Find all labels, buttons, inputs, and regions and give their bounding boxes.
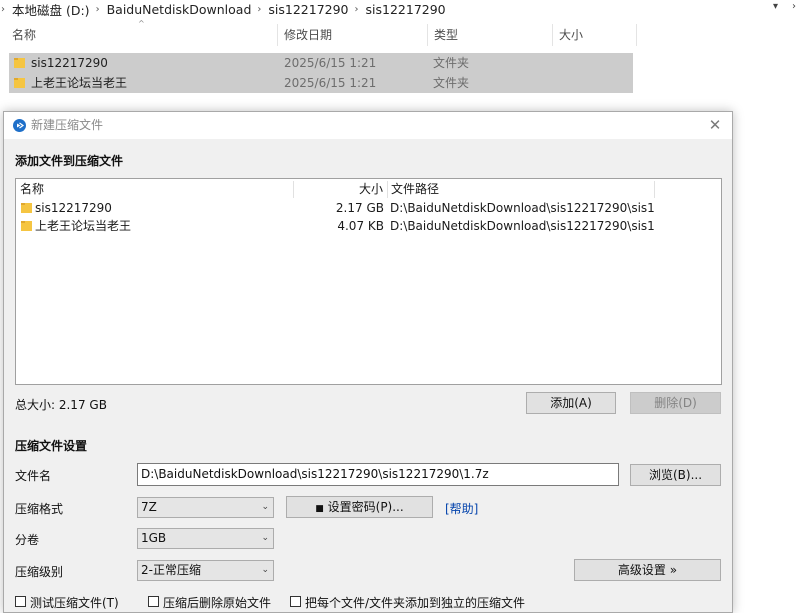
dialog-title: 新建压缩文件 [31, 118, 104, 132]
list-item-name: 上老王论坛当老王 [35, 219, 132, 233]
breadcrumb-item-drive[interactable]: 本地磁盘 (D:) [10, 0, 93, 19]
list-header-size[interactable]: 大小 [359, 179, 383, 199]
column-header-type[interactable]: 类型 [428, 24, 553, 46]
folder-icon [14, 58, 25, 68]
browse-button[interactable]: 浏览(B)... [630, 464, 721, 486]
chevron-right-icon: › [354, 3, 359, 15]
list-header-divider[interactable] [293, 181, 294, 198]
new-archive-dialog: 新建压缩文件 ✕ 添加文件到压缩文件 名称 大小 文件路径 sis1221729… [3, 111, 733, 613]
list-item[interactable]: 上老王论坛当老王 4.07 KB D:\BaiduNetdiskDownload… [16, 217, 721, 235]
file-date: 2025/6/15 1:21 [284, 56, 377, 70]
file-type: 文件夹 [433, 56, 470, 70]
dialog-titlebar[interactable]: 新建压缩文件 ✕ [4, 112, 732, 139]
archive-settings-section-title: 压缩文件设置 [15, 439, 88, 453]
set-password-button-label: 设置密码(P)... [327, 500, 404, 514]
file-name: 上老王论坛当老王 [31, 76, 128, 90]
list-header-divider[interactable] [387, 181, 388, 198]
add-files-section-title: 添加文件到压缩文件 [15, 154, 124, 168]
file-explorer-window: › 本地磁盘 (D:) › BaiduNetdiskDownload › sis… [0, 0, 800, 112]
column-header-size[interactable]: 大小 [553, 24, 637, 46]
filename-label: 文件名 [15, 469, 52, 483]
column-header-date[interactable]: 修改日期 [278, 24, 428, 46]
filename-input[interactable]: D:\BaiduNetdiskDownload\sis12217290\sis1… [137, 463, 619, 486]
file-type: 文件夹 [433, 76, 470, 90]
folder-icon [21, 221, 32, 231]
list-item-size: 2.17 GB [335, 201, 384, 215]
file-date: 2025/6/15 1:21 [284, 76, 377, 90]
test-archive-checkbox[interactable] [15, 596, 26, 607]
set-password-button[interactable]: ■ 设置密码(P)... [286, 496, 433, 518]
list-item-path: D:\BaiduNetdiskDownload\sis12217290\sis1… [390, 219, 654, 233]
chevron-down-icon: ⌄ [261, 565, 269, 575]
advanced-settings-button[interactable]: 高级设置 » [574, 559, 721, 581]
sort-ascending-icon: ^ [138, 19, 145, 28]
list-item-size: 4.07 KB [337, 219, 384, 233]
volume-select[interactable]: 1GB ⌄ [137, 528, 274, 549]
list-header-divider[interactable] [654, 181, 655, 198]
options-checkbox-row: 测试压缩文件(T) 压缩后删除原始文件 把每个文件/文件夹添加到独立的压缩文件 [15, 594, 735, 610]
chevron-down-icon: ⌄ [261, 502, 269, 512]
folder-icon [21, 203, 32, 213]
format-select[interactable]: 7Z ⌄ [137, 497, 274, 518]
close-icon[interactable]: ✕ [706, 116, 724, 134]
file-name: sis12217290 [31, 56, 108, 70]
volume-select-value: 1GB [141, 531, 167, 545]
delete-button[interactable]: 删除(D) [630, 392, 721, 414]
compression-level-select-value: 2-正常压缩 [141, 563, 201, 577]
delete-after-checkbox-label[interactable]: 压缩后删除原始文件 [163, 594, 271, 611]
breadcrumb-item-download[interactable]: BaiduNetdiskDownload [105, 2, 255, 17]
chevron-down-icon[interactable]: ▾ [773, 1, 778, 12]
test-archive-checkbox-label[interactable]: 测试压缩文件(T) [30, 594, 119, 611]
chevron-down-icon: ⌄ [261, 533, 269, 543]
compression-level-label: 压缩级别 [15, 565, 64, 579]
breadcrumb-item-folder[interactable]: sis12217290 [266, 2, 351, 17]
file-row[interactable]: 上老王论坛当老王 2025/6/15 1:21 文件夹 [9, 73, 633, 93]
chevron-right-icon: › [95, 3, 100, 15]
file-list[interactable]: 名称 大小 文件路径 sis12217290 2.17 GB D:\BaiduN… [15, 178, 722, 385]
app-logo-icon [13, 119, 26, 132]
format-label: 压缩格式 [15, 502, 64, 516]
volume-label: 分卷 [15, 533, 40, 547]
chevron-right-icon: › [257, 3, 262, 15]
list-item-path: D:\BaiduNetdiskDownload\sis12217290\sis1… [390, 201, 654, 215]
help-link[interactable]: [帮助] [445, 500, 478, 517]
compression-level-select[interactable]: 2-正常压缩 ⌄ [137, 560, 274, 581]
chevron-right-icon: › [1, 3, 5, 15]
delete-after-checkbox[interactable] [148, 596, 159, 607]
chevron-right-icon[interactable]: › [792, 1, 796, 12]
list-header-name[interactable]: 名称 [20, 179, 44, 199]
list-header-path[interactable]: 文件路径 [391, 179, 439, 199]
separate-archives-checkbox[interactable] [290, 596, 301, 607]
list-item[interactable]: sis12217290 2.17 GB D:\BaiduNetdiskDownl… [16, 199, 721, 217]
breadcrumb: › 本地磁盘 (D:) › BaiduNetdiskDownload › sis… [0, 0, 800, 18]
breadcrumb-item-current[interactable]: sis12217290 [364, 2, 449, 17]
total-size-label: 总大小: 2.17 GB [15, 398, 107, 412]
lock-icon: ■ [315, 504, 324, 514]
format-select-value: 7Z [141, 500, 157, 514]
add-button[interactable]: 添加(A) [526, 392, 616, 414]
separate-archives-checkbox-label[interactable]: 把每个文件/文件夹添加到独立的压缩文件 [305, 594, 525, 611]
folder-icon [14, 78, 25, 88]
list-item-name: sis12217290 [35, 201, 112, 215]
column-header-row: 名称 修改日期 类型 大小 [0, 24, 640, 46]
file-row[interactable]: sis12217290 2025/6/15 1:21 文件夹 [9, 53, 633, 73]
